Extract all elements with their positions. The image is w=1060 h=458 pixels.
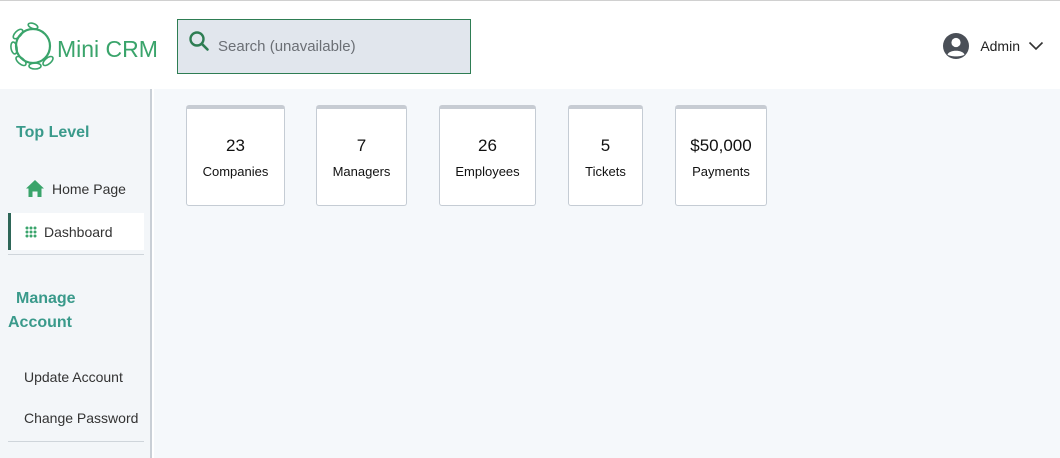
user-name: Admin — [980, 38, 1020, 54]
sidebar-item-label: Home Page — [52, 180, 126, 197]
app-title: Mini CRM — [57, 36, 158, 62]
sidebar: Top Level Home Page Dashboard Manage Acc… — [0, 89, 152, 458]
search-box[interactable] — [177, 19, 471, 74]
sidebar-section-title-account: Account — [8, 314, 72, 331]
sidebar-item-label: Change Password — [24, 409, 139, 426]
sidebar-item-change-password[interactable]: Change Password — [8, 399, 144, 436]
stat-label: Employees — [455, 164, 520, 179]
top-header: Mini CRM Admin — [0, 0, 1060, 89]
sidebar-divider — [8, 441, 144, 442]
user-avatar-icon — [942, 32, 970, 60]
stat-label: Companies — [202, 164, 269, 179]
stat-card-managers[interactable]: 7 Managers — [316, 105, 407, 206]
sidebar-item-home-page[interactable]: Home Page — [8, 170, 144, 207]
stat-card-companies[interactable]: 23 Companies — [186, 105, 285, 206]
stat-card-payments[interactable]: $50,000 Payments — [675, 105, 767, 206]
home-icon — [25, 179, 45, 198]
sidebar-item-label: Dashboard — [44, 223, 113, 240]
chevron-down-icon — [1028, 41, 1044, 51]
stat-card-tickets[interactable]: 5 Tickets — [568, 105, 643, 206]
stat-label: Tickets — [585, 164, 626, 179]
sidebar-divider — [8, 254, 144, 255]
logo[interactable]: Mini CRM — [9, 21, 158, 76]
dashboard-content: 23 Companies 7 Managers 26 Employees 5 T… — [154, 89, 1060, 458]
search-icon — [178, 31, 218, 60]
stat-value: 5 — [600, 136, 611, 155]
sidebar-section-title-top-level: Top Level — [16, 124, 90, 141]
stat-value: 23 — [226, 136, 245, 155]
stat-value: 7 — [356, 136, 367, 155]
grid-icon — [25, 226, 37, 238]
stat-value: 26 — [478, 136, 497, 155]
stat-value: $50,000 — [690, 136, 752, 155]
stat-label: Payments — [692, 164, 750, 179]
wreath-logo-icon — [9, 21, 57, 76]
stat-card-employees[interactable]: 26 Employees — [439, 105, 536, 206]
search-input[interactable] — [218, 38, 448, 55]
stat-label: Managers — [332, 164, 391, 179]
sidebar-item-update-account[interactable]: Update Account — [8, 358, 144, 395]
sidebar-item-label: Update Account — [24, 368, 123, 385]
user-menu[interactable]: Admin — [942, 32, 1044, 60]
sidebar-item-dashboard[interactable]: Dashboard — [8, 213, 144, 250]
sidebar-section-title-manage: Manage — [16, 290, 76, 307]
